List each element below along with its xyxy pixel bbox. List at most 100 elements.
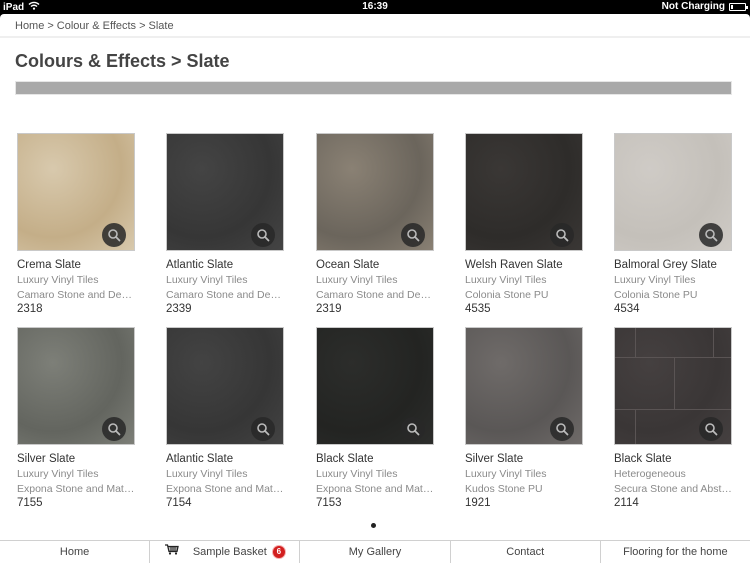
product-range: Colonia Stone PU [614, 289, 698, 301]
magnify-button[interactable] [401, 417, 425, 441]
magnifier-icon [108, 229, 121, 242]
product-swatch-image[interactable] [17, 327, 135, 445]
magnify-button[interactable] [699, 417, 723, 441]
product-card[interactable]: Welsh Raven Slate Luxury Vinyl Tiles Colon… [465, 133, 590, 315]
product-category: Luxury Vinyl Tiles [17, 468, 99, 480]
product-category: Luxury Vinyl Tiles [17, 274, 99, 286]
breadcrumb-separator: > [47, 20, 54, 32]
tab-sample-basket[interactable]: Sample Basket 6 [149, 541, 299, 563]
product-code: 7154 [166, 497, 192, 509]
product-card[interactable]: Crema Slate Luxury Vinyl Tiles Camaro Ston… [17, 133, 142, 315]
product-range: Expona Stone and Mat… [166, 483, 284, 495]
page-title: Colours & Effects > Slate [15, 51, 230, 71]
product-category: Luxury Vinyl Tiles [465, 274, 547, 286]
tab-flooring-for-the-home[interactable]: Flooring for the home [599, 541, 750, 563]
product-swatch-image[interactable] [465, 327, 583, 445]
battery-icon [729, 2, 748, 11]
product-card[interactable]: Black Slate Luxury Vinyl Tiles Expona Ston… [316, 327, 441, 509]
product-range: Expona Stone and Mat… [316, 483, 434, 495]
tab-my-gallery[interactable]: My Gallery [299, 541, 449, 563]
tab-contact[interactable]: Contact [449, 541, 600, 563]
product-range: Secura Stone and Abst… [614, 483, 732, 495]
product-range: Kudos Stone PU [465, 483, 543, 495]
magnifier-icon [556, 229, 569, 242]
product-name: Atlantic Slate [166, 453, 234, 465]
bottom-tab-bar: Home Sample Basket 6 My Gallery Contact … [0, 540, 750, 563]
breadcrumb-separator: > [139, 20, 146, 32]
product-card[interactable]: Ocean Slate Luxury Vinyl Tiles Camaro Ston… [316, 133, 441, 315]
page-indicator-dot[interactable] [371, 523, 376, 528]
product-swatch-image[interactable] [316, 327, 434, 445]
product-category: Luxury Vinyl Tiles [316, 468, 398, 480]
product-category: Luxury Vinyl Tiles [166, 468, 248, 480]
app-window: Home > Colour & Effects > Slate Colours & Ef… [0, 14, 750, 563]
magnify-button[interactable] [102, 417, 126, 441]
ios-status-bar: iPad 16:39 Not Charging [0, 0, 750, 14]
product-range: Colonia Stone PU [465, 289, 549, 301]
product-card[interactable]: Black Slate Heterogeneous Secura Stone and… [614, 327, 739, 509]
product-code: 4534 [614, 303, 640, 315]
product-name: Black Slate [316, 453, 374, 465]
magnifier-icon [705, 423, 718, 436]
tab-sample-basket-label: Sample Basket [192, 546, 267, 558]
product-range: Camaro Stone and De… [166, 289, 281, 301]
breadcrumb-home[interactable]: Home [15, 20, 44, 32]
product-category: Luxury Vinyl Tiles [166, 274, 248, 286]
magnify-button[interactable] [699, 223, 723, 247]
product-category: Heterogeneous [614, 468, 686, 480]
product-name: Ocean Slate [316, 259, 380, 271]
product-swatch-image[interactable] [614, 133, 732, 251]
product-swatch-image[interactable] [166, 133, 284, 251]
magnify-button[interactable] [401, 223, 425, 247]
breadcrumb-slate: Slate [148, 20, 174, 32]
product-code: 4535 [465, 303, 491, 315]
product-range: Camaro Stone and De… [17, 289, 132, 301]
filter-bar [15, 81, 732, 95]
magnify-button[interactable] [550, 223, 574, 247]
shopping-cart-icon [164, 541, 179, 563]
product-swatch-image[interactable] [316, 133, 434, 251]
product-name: Black Slate [614, 453, 672, 465]
product-card[interactable]: Silver Slate Luxury Vinyl Tiles Kudos Ston… [465, 327, 590, 509]
magnify-button[interactable] [251, 223, 275, 247]
magnify-button[interactable] [102, 223, 126, 247]
magnify-button[interactable] [251, 417, 275, 441]
battery-status-label: Not Charging [661, 1, 725, 12]
product-code: 2339 [166, 303, 192, 315]
product-card[interactable]: Atlantic Slate Luxury Vinyl Tiles Expona S… [166, 327, 291, 509]
product-name: Atlantic Slate [166, 259, 234, 271]
tab-my-gallery-label: My Gallery [348, 546, 402, 558]
product-card[interactable]: Silver Slate Luxury Vinyl Tiles Expona Sto… [17, 327, 142, 509]
product-card[interactable]: Balmoral Grey Slate Luxury Vinyl Tiles Col… [614, 133, 739, 315]
product-name: Silver Slate [17, 453, 76, 465]
product-code: 2319 [316, 303, 342, 315]
magnifier-icon [705, 229, 718, 242]
tile-seam [635, 328, 636, 357]
product-category: Luxury Vinyl Tiles [316, 274, 398, 286]
tile-seam [635, 410, 636, 444]
magnifier-icon [108, 423, 121, 436]
product-code: 2318 [17, 303, 43, 315]
product-code: 7155 [17, 497, 43, 509]
breadcrumb-colour-effects[interactable]: Colour & Effects [57, 20, 136, 32]
breadcrumb: Home > Colour & Effects > Slate [0, 14, 750, 38]
tab-flooring-label: Flooring for the home [623, 546, 728, 558]
tab-home[interactable]: Home [0, 541, 149, 563]
magnifier-icon [407, 229, 420, 242]
product-swatch-image[interactable] [614, 327, 732, 445]
product-range: Camaro Stone and De… [316, 289, 431, 301]
tile-seam [674, 358, 675, 409]
product-category: Luxury Vinyl Tiles [465, 468, 547, 480]
product-range: Expona Stone and Mat… [17, 483, 135, 495]
product-category: Luxury Vinyl Tiles [614, 274, 696, 286]
product-swatch-image[interactable] [17, 133, 135, 251]
magnifier-icon [257, 423, 270, 436]
product-name: Silver Slate [465, 453, 524, 465]
magnify-button[interactable] [550, 417, 574, 441]
product-name: Balmoral Grey Slate [614, 259, 717, 271]
product-name: Welsh Raven Slate [465, 259, 563, 271]
product-card[interactable]: Atlantic Slate Luxury Vinyl Tiles Camaro S… [166, 133, 291, 315]
product-swatch-image[interactable] [166, 327, 284, 445]
product-swatch-image[interactable] [465, 133, 583, 251]
tab-contact-label: Contact [506, 546, 545, 558]
